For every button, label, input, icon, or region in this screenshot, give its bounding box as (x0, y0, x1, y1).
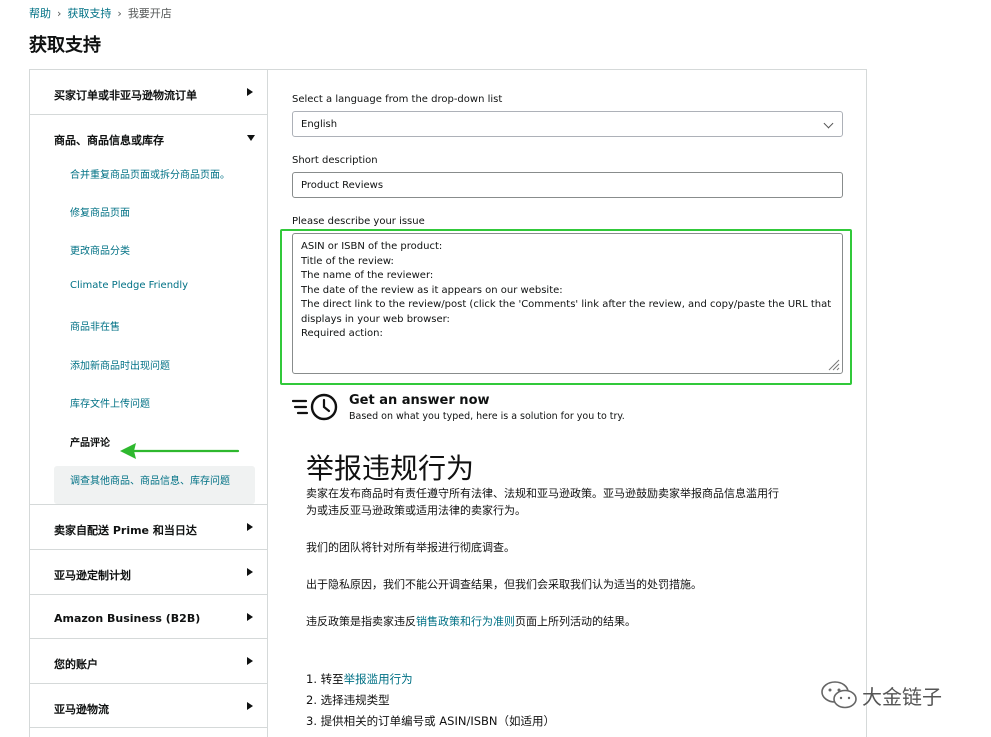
article-paragraph: 出于隐私原因，我们不能公开调查结果，但我们会采取我们认为适当的处罚措施。 (306, 578, 702, 591)
selling-policy-link[interactable]: 销售政策和行为准则 (416, 615, 515, 628)
steps-list: 1. 转至举报滥用行为 2. 选择违规类型 3. 提供相关的订单编号或 ASIN… (306, 669, 555, 732)
sidebar-section-account: 您的账户 (30, 639, 267, 684)
sidebar-item-merge-listings[interactable]: 合并重复商品页面或拆分商品页面。 (70, 166, 230, 181)
sidebar-item-inventory-upload[interactable]: 库存文件上传问题 (70, 395, 150, 410)
sidebar-section-header[interactable]: 亚马逊定制计划 (30, 550, 267, 594)
sidebar-section-label: 您的账户 (54, 658, 98, 671)
sidebar-item-change-category[interactable]: 更改商品分类 (70, 242, 130, 257)
breadcrumb-current: 我要开店 (127, 7, 172, 20)
textarea-line: displays in your web browser: (301, 313, 450, 325)
sidebar-section-label: 商品、商品信息或库存 (54, 134, 164, 147)
article-text: 违反政策是指卖家违反 (306, 615, 416, 628)
answer-subtitle: Based on what you typed, here is a solut… (349, 411, 625, 422)
caret-right-icon (247, 88, 253, 96)
sidebar-section-label: 买家订单或非亚马逊物流订单 (54, 89, 197, 102)
article-title: 举报违规行为 (306, 452, 475, 485)
article-paragraph-line: 卖家在发布商品时有责任遵守所有法律、法规和亚马逊政策。亚马逊鼓励卖家举报商品信息… (306, 487, 779, 500)
sidebar-item-other-issues[interactable]: 调查其他商品、商品信息、库存问题 (70, 472, 230, 487)
list-item: 2. 选择违规类型 (306, 690, 555, 711)
watermark: 大金链子 (820, 680, 942, 714)
watermark-text: 大金链子 (862, 685, 942, 709)
article-text: 页面上所列活动的结果。 (515, 615, 636, 628)
sidebar-section-label: Amazon Business (B2B) (54, 612, 201, 625)
sidebar: 买家订单或非亚马逊物流订单 商品、商品信息或库存 合并重复商品页面或拆分商品页面… (29, 69, 268, 737)
caret-right-icon (247, 523, 253, 531)
sidebar-section-header[interactable]: 卖家自配送 Prime 和当日达 (30, 505, 267, 549)
sidebar-section-label: 亚马逊定制计划 (54, 569, 131, 582)
language-label: Select a language from the drop-down lis… (292, 94, 503, 105)
breadcrumb-separator: › (57, 7, 62, 20)
sidebar-section-b2b: Amazon Business (B2B) (30, 595, 267, 639)
sidebar-section-header[interactable]: 买家订单或非亚马逊物流订单 (30, 70, 267, 114)
clock-icon (292, 393, 338, 421)
sidebar-section-header[interactable]: Amazon Business (B2B) (30, 595, 267, 639)
sidebar-item-product-reviews[interactable]: 产品评论 (70, 434, 110, 449)
sidebar-item-add-product-issue[interactable]: 添加新商品时出现问题 (70, 357, 170, 372)
sidebar-section-header[interactable]: 您的账户 (30, 639, 267, 683)
list-item: 1. 转至举报滥用行为 (306, 669, 555, 690)
textarea-line: The date of the review as it appears on … (301, 284, 563, 296)
sidebar-section-header[interactable]: 商品、商品信息或库存 (30, 115, 267, 159)
step-text: 1. 转至 (306, 672, 344, 686)
breadcrumb-get-support[interactable]: 获取支持 (67, 7, 111, 20)
sidebar-section-buyer-orders: 买家订单或非亚马逊物流订单 (30, 70, 267, 115)
sidebar-item-fix-listing[interactable]: 修复商品页面 (70, 204, 130, 219)
article-paragraph: 我们的团队将针对所有举报进行彻底调查。 (306, 541, 515, 554)
sidebar-section-fba: 亚马逊物流 (30, 684, 267, 728)
sidebar-section-custom: 亚马逊定制计划 (30, 550, 267, 595)
sidebar-section-prime: 卖家自配送 Prime 和当日达 (30, 505, 267, 550)
wechat-icon (821, 681, 857, 709)
textarea-line: Title of the review: (301, 255, 394, 267)
article-paragraph: 卖家在发布商品时有责任遵守所有法律、法规和亚马逊政策。亚马逊鼓励卖家举报商品信息… (306, 485, 779, 519)
step-text: 3. 提供相关的订单编号或 ASIN/ISBN（如适用） (306, 714, 556, 728)
textarea-line: Required action: (301, 328, 383, 339)
sidebar-item-climate-pledge[interactable]: Climate Pledge Friendly (70, 280, 188, 291)
breadcrumb-separator: › (117, 7, 122, 20)
report-abuse-link[interactable]: 举报滥用行为 (344, 672, 413, 686)
article-paragraph-line: 为或违反亚马逊政策或适用法律的卖家行为。 (306, 504, 526, 517)
arrow-left-icon (120, 443, 240, 459)
caret-right-icon (247, 613, 253, 621)
short-description-label: Short description (292, 155, 378, 166)
breadcrumb: 帮助 › 获取支持 › 我要开店 (29, 5, 172, 21)
textarea-line: ASIN or ISBN of the product: (301, 241, 443, 252)
describe-issue-label: Please describe your issue (292, 216, 425, 227)
step-text: 2. 选择违规类型 (306, 693, 390, 707)
answer-title: Get an answer now (349, 393, 490, 408)
sidebar-section-label: 卖家自配送 Prime 和当日达 (54, 524, 197, 537)
describe-issue-textarea[interactable]: ASIN or ISBN of the product: Title of th… (292, 233, 843, 374)
sidebar-item-inactive-listing[interactable]: 商品非在售 (70, 318, 120, 333)
short-description-input[interactable] (292, 172, 843, 198)
caret-right-icon (247, 702, 253, 710)
breadcrumb-help[interactable]: 帮助 (29, 7, 51, 20)
article-paragraph: 违反政策是指卖家违反销售政策和行为准则页面上所列活动的结果。 (306, 613, 636, 630)
sidebar-section-label: 亚马逊物流 (54, 703, 109, 716)
textarea-line: The direct link to the review/post (clic… (301, 299, 832, 310)
caret-right-icon (247, 568, 253, 576)
page-title: 获取支持 (29, 35, 101, 56)
language-select[interactable]: English (292, 111, 843, 137)
textarea-line: The name of the reviewer: (301, 270, 434, 281)
language-select-value: English (301, 119, 338, 130)
caret-right-icon (247, 657, 253, 665)
chevron-down-icon (823, 118, 834, 129)
list-item: 3. 提供相关的订单编号或 ASIN/ISBN（如适用） (306, 711, 555, 732)
caret-down-icon (247, 135, 255, 141)
resize-grip-icon[interactable] (828, 359, 840, 371)
sidebar-section-header[interactable]: 亚马逊物流 (30, 684, 267, 728)
